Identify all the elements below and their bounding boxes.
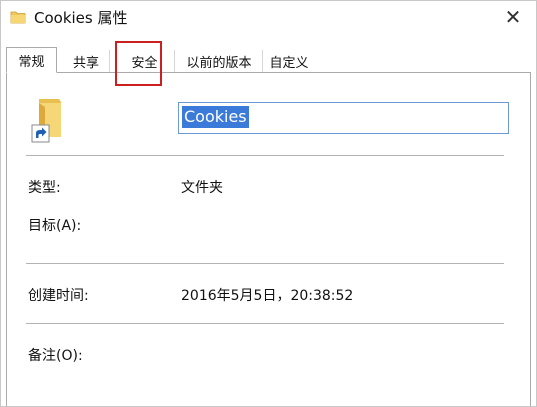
- comment-label: 备注(O):: [28, 348, 83, 364]
- created-label: 创建时间:: [28, 288, 89, 304]
- tab-previous-versions[interactable]: 以前的版本: [176, 50, 263, 72]
- window-title: Cookies 属性: [34, 9, 128, 27]
- divider: [26, 323, 504, 324]
- properties-dialog: Cookies 属性 ✕ 常规 共享 安全 以前的版本 自定义 Cookies: [0, 0, 537, 407]
- folder-shortcut-icon: [31, 99, 61, 143]
- target-label: 目标(A):: [28, 218, 82, 234]
- close-button[interactable]: ✕: [498, 3, 528, 31]
- tab-sharing[interactable]: 共享: [63, 50, 110, 72]
- divider: [26, 155, 504, 156]
- security-tab-highlight: [115, 41, 162, 86]
- folder-name-input[interactable]: Cookies: [178, 102, 509, 134]
- tab-label: 共享: [72, 55, 99, 71]
- tab-label: 常规: [18, 54, 45, 70]
- folder-name-selected-text: Cookies: [182, 106, 249, 128]
- tab-label: 自定义: [269, 55, 309, 71]
- divider: [26, 263, 504, 264]
- type-value: 文件夹: [181, 180, 223, 196]
- tab-general[interactable]: 常规: [6, 47, 57, 73]
- close-icon: ✕: [504, 5, 522, 29]
- type-label: 类型:: [28, 180, 61, 196]
- title-bar[interactable]: Cookies 属性 ✕: [1, 1, 536, 35]
- created-value: 2016年5月5日，20:38:52: [181, 288, 354, 304]
- tab-customize[interactable]: 自定义: [263, 50, 315, 72]
- tab-label: 以前的版本: [186, 55, 252, 71]
- folder-icon: [10, 11, 26, 24]
